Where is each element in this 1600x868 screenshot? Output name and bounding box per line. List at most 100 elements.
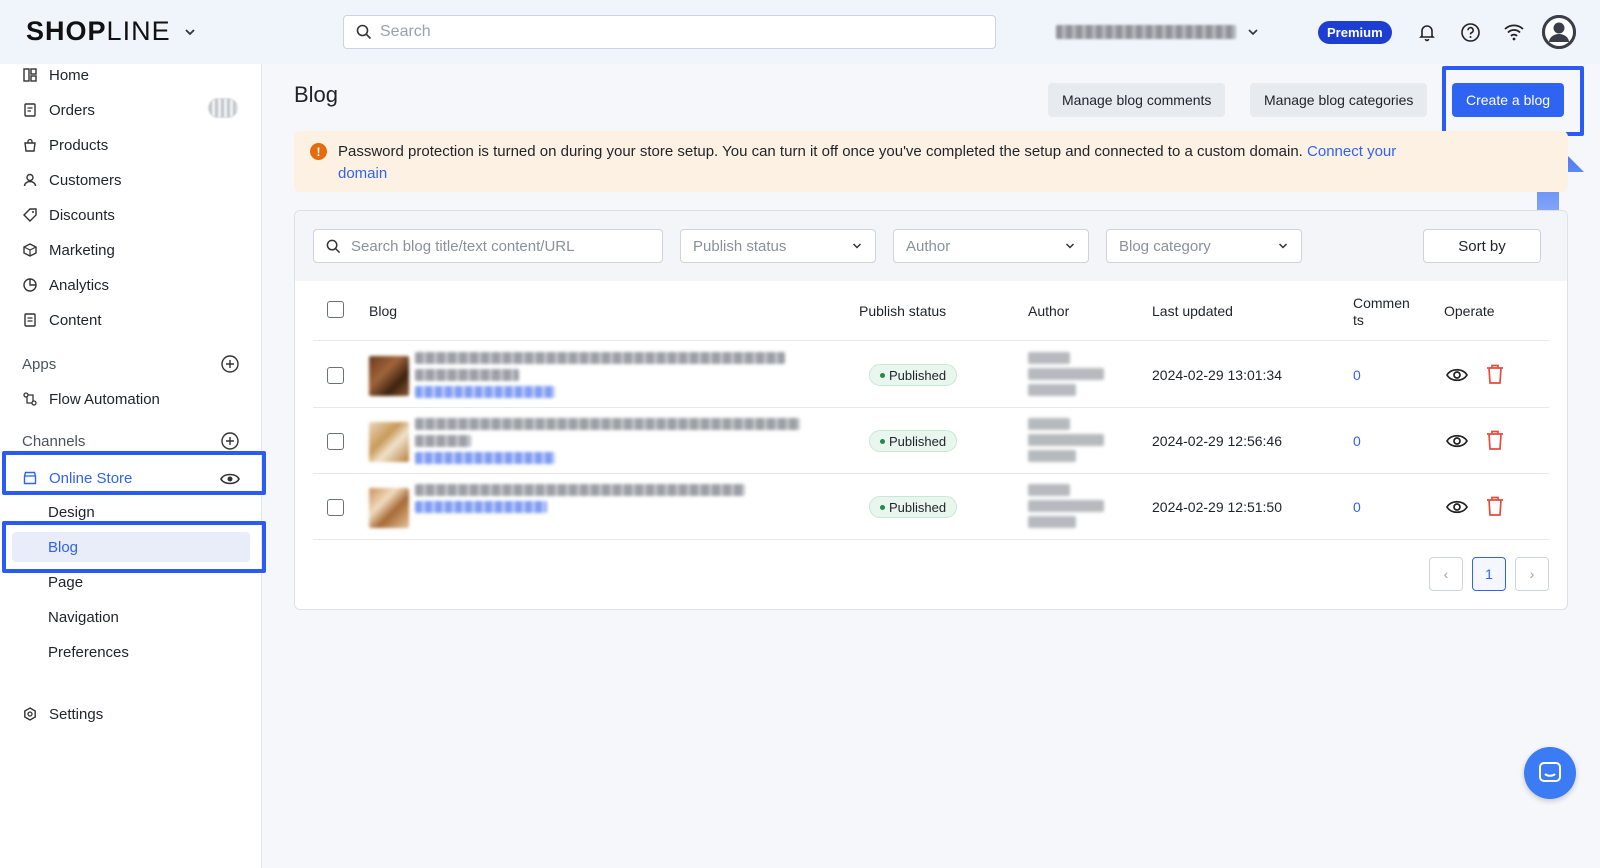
wifi-icon[interactable]	[1502, 20, 1526, 44]
apps-section-label: Apps	[22, 356, 57, 373]
author-name-blurred	[1028, 484, 1070, 496]
store-selector[interactable]	[1056, 21, 1268, 43]
blog-thumbnail-blurred	[369, 422, 409, 462]
sidebar-item-orders[interactable]: Orders	[22, 95, 95, 125]
store-name-blurred	[1056, 25, 1236, 39]
help-icon[interactable]	[1458, 20, 1482, 44]
blog-category-select[interactable]: Blog category	[1106, 229, 1302, 263]
blog-link-blurred[interactable]	[415, 452, 555, 464]
sidebar-item-customers[interactable]: Customers	[22, 165, 122, 195]
sidebar-item-label: Marketing	[49, 241, 115, 259]
row-checkbox[interactable]	[327, 433, 344, 450]
table-row[interactable]: Published 2024-02-29 12:51:50 0	[313, 474, 1549, 540]
logo-text-p: P	[87, 16, 107, 46]
sidebar-item-label: Products	[49, 136, 109, 154]
add-channel-icon[interactable]	[221, 432, 239, 450]
blog-link-blurred[interactable]	[415, 501, 547, 513]
trash-icon[interactable]	[1484, 429, 1506, 451]
comments-count-link[interactable]: 0	[1353, 433, 1361, 449]
pagination-next-button[interactable]: ›	[1515, 557, 1549, 591]
premium-badge[interactable]: Premium	[1318, 21, 1392, 44]
trash-icon[interactable]	[1484, 495, 1506, 517]
trash-icon[interactable]	[1484, 363, 1506, 385]
table-row[interactable]: Published 2024-02-29 13:01:34 0	[313, 342, 1549, 408]
sidebar-sub-item-navigation[interactable]: Navigation	[48, 603, 119, 631]
logo-text-o: O	[65, 16, 88, 46]
settings-icon	[22, 707, 37, 722]
sidebar-item-marketing[interactable]: Marketing	[22, 235, 115, 265]
products-icon	[22, 138, 37, 153]
author-name-blurred	[1028, 434, 1104, 446]
column-header-operate: Operate	[1444, 303, 1495, 319]
row-checkbox[interactable]	[327, 367, 344, 384]
search-placeholder: Search	[380, 23, 431, 40]
sidebar-item-label: Home	[49, 66, 90, 84]
author-select[interactable]: Author	[893, 229, 1089, 263]
sidebar-item-label: Analytics	[49, 276, 110, 294]
comments-count-link[interactable]: 0	[1353, 367, 1361, 383]
password-protection-alert: ! Password protection is turned on durin…	[294, 131, 1568, 192]
home-icon	[22, 68, 37, 83]
channels-section-label: Channels	[22, 433, 86, 450]
sidebar-item-products[interactable]: Products	[22, 130, 108, 160]
eye-icon[interactable]	[1446, 430, 1468, 452]
chevron-down-icon[interactable]	[183, 25, 197, 39]
blog-title-blurred	[415, 369, 519, 381]
comments-count-link[interactable]: 0	[1353, 499, 1361, 515]
select-all-checkbox[interactable]	[327, 301, 344, 318]
author-name-blurred	[1028, 516, 1076, 528]
bell-icon[interactable]	[1415, 20, 1439, 44]
sidebar-item-discounts[interactable]: Discounts	[22, 200, 115, 230]
avatar[interactable]	[1542, 15, 1576, 49]
top-bar: SHOPLINE Search Premium	[0, 0, 1600, 64]
analytics-icon	[22, 278, 37, 293]
logo-text-sh: SH	[26, 16, 66, 46]
sidebar-item-settings[interactable]: Settings	[22, 699, 103, 729]
blog-title-blurred	[415, 352, 785, 364]
row-checkbox[interactable]	[327, 499, 344, 516]
marketing-icon	[22, 243, 37, 258]
sidebar-item-flow-automation[interactable]: Flow Automation	[22, 384, 160, 414]
manage-blog-categories-button[interactable]: Manage blog categories	[1250, 83, 1428, 117]
sidebar-sub-item-preferences[interactable]: Preferences	[48, 638, 129, 666]
create-blog-button[interactable]: Create a blog	[1452, 83, 1565, 117]
sidebar-sub-item-blog[interactable]: Blog	[48, 533, 78, 561]
chevron-down-icon	[1278, 243, 1288, 249]
eye-icon[interactable]	[220, 472, 240, 486]
sort-by-button[interactable]: Sort by	[1423, 229, 1541, 263]
status-badge-text: Published	[889, 433, 947, 449]
eye-icon[interactable]	[1446, 496, 1468, 518]
column-header-last-updated: Last updated	[1152, 303, 1233, 319]
sidebar-item-home[interactable]: Home	[22, 60, 89, 90]
manage-blog-comments-button[interactable]: Manage blog comments	[1048, 83, 1226, 117]
author-name-blurred	[1028, 450, 1076, 462]
add-app-icon[interactable]	[221, 355, 239, 373]
sidebar-item-label: Orders	[49, 101, 95, 119]
flow-automation-icon	[22, 392, 37, 407]
pagination-prev-button[interactable]: ‹	[1429, 557, 1463, 591]
eye-icon[interactable]	[1446, 364, 1468, 386]
sidebar-item-online-store[interactable]: Online Store	[22, 463, 132, 493]
column-header-comments-part-a: Commen	[1353, 295, 1410, 311]
pagination-page-button[interactable]: 1	[1472, 557, 1506, 591]
sidebar-item-content[interactable]: Content	[22, 305, 102, 335]
publish-status-select[interactable]: Publish status	[680, 229, 876, 263]
column-header-comments: Commen ts	[1353, 295, 1410, 329]
publish-status-select-label: Publish status	[693, 237, 787, 255]
chevron-down-icon	[852, 243, 862, 249]
blog-search-input[interactable]: Search blog title/text content/URL	[313, 229, 663, 263]
user-icon	[1542, 15, 1576, 49]
sidebar-item-analytics[interactable]: Analytics	[22, 270, 109, 300]
sidebar-sub-item-page[interactable]: Page	[48, 568, 83, 596]
blog-link-blurred[interactable]	[415, 386, 555, 398]
status-dot	[880, 372, 885, 378]
shopline-logo[interactable]: SHOPLINE	[26, 16, 197, 47]
table-row[interactable]: Published 2024-02-29 12:56:46 0	[313, 408, 1549, 474]
blog-search-placeholder: Search blog title/text content/URL	[351, 237, 575, 255]
status-badge-text: Published	[889, 499, 947, 515]
status-badge: Published	[869, 364, 958, 386]
global-search-input[interactable]: Search	[343, 15, 996, 49]
author-name-blurred	[1028, 368, 1104, 380]
chat-support-button[interactable]	[1524, 747, 1576, 799]
last-updated-cell: 2024-02-29 12:56:46	[1152, 433, 1282, 449]
